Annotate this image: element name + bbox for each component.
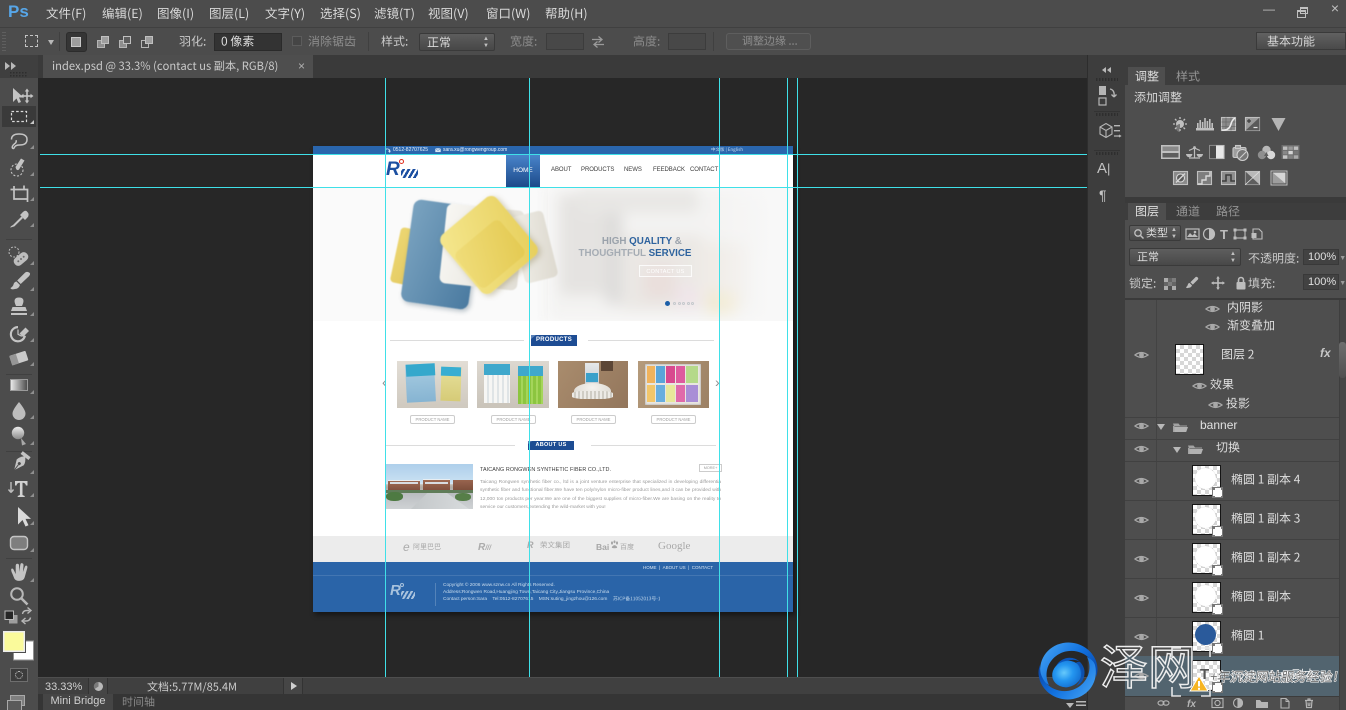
svg-text:fx: fx xyxy=(1187,699,1196,710)
svg-text:T: T xyxy=(1220,227,1228,242)
